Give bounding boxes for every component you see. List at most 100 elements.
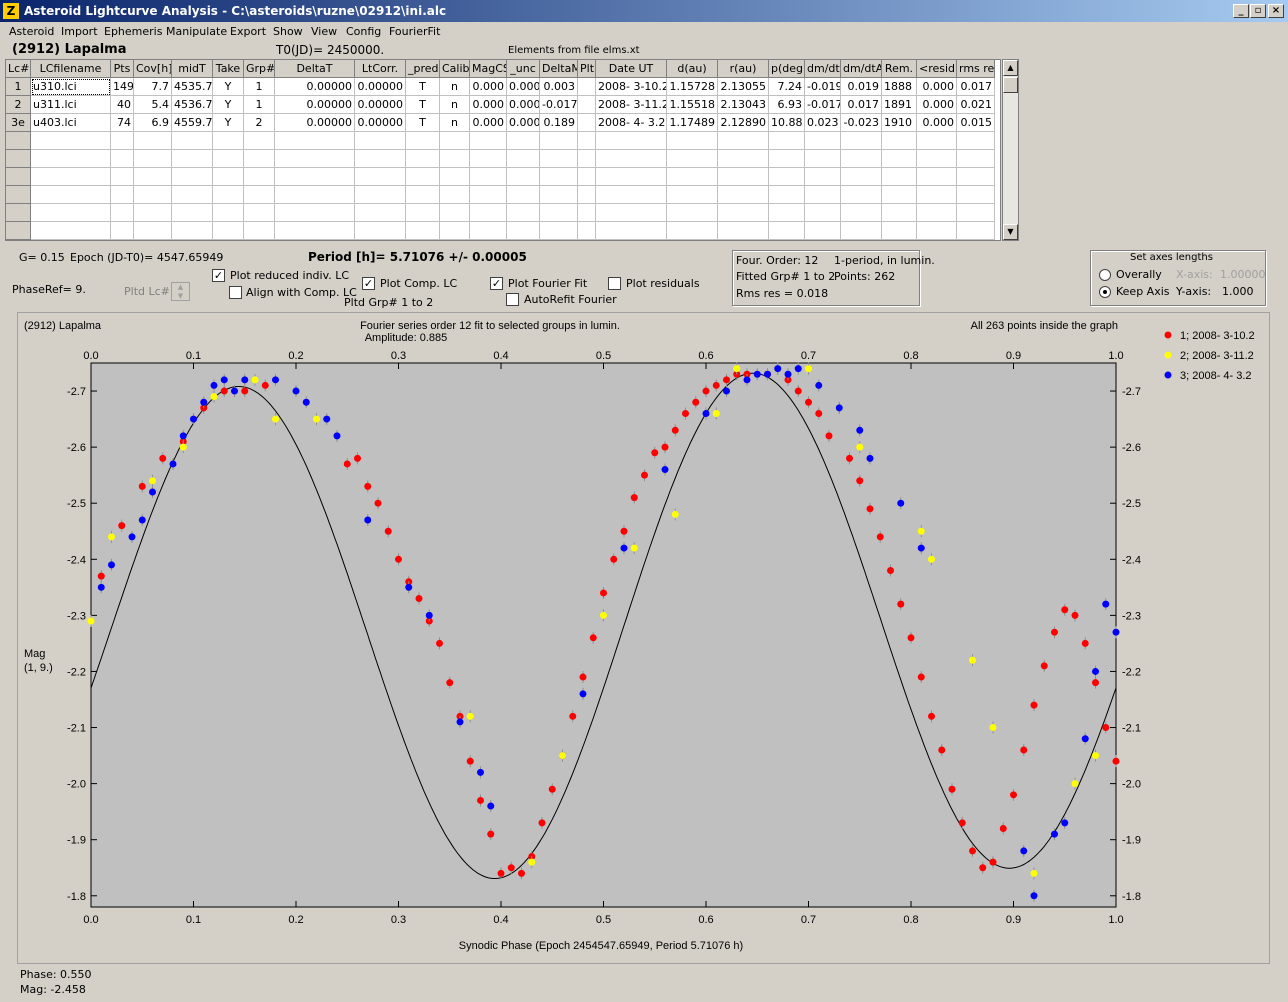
table-cell[interactable] [596,222,667,240]
table-cell[interactable] [769,168,805,186]
table-cell[interactable]: 0.019 [841,78,882,96]
close-button[interactable]: × [1268,4,1284,18]
table-cell[interactable] [917,186,957,204]
scroll-up-button[interactable]: ▲ [1003,60,1018,76]
table-cell[interactable]: 10.88 [769,114,805,132]
table-cell[interactable]: 2.12890 [718,114,769,132]
table-cell[interactable]: 4559.7 [172,114,213,132]
row-header[interactable] [6,186,31,204]
table-cell[interactable] [667,150,718,168]
table-cell[interactable] [244,168,275,186]
column-header[interactable]: Take [213,60,244,78]
column-header[interactable]: LtCorr. [355,60,406,78]
maximize-button[interactable]: ▫ [1250,4,1266,18]
table-cell[interactable] [507,186,540,204]
table-cell[interactable] [957,150,995,168]
column-header[interactable]: d(au) [667,60,718,78]
table-cell[interactable]: 0.000 [917,78,957,96]
table-cell[interactable] [134,168,172,186]
table-cell[interactable] [596,150,667,168]
table-cell[interactable] [841,132,882,150]
table-cell[interactable]: 1888 [882,78,917,96]
table-cell[interactable]: 0.003 [540,78,578,96]
table-cell[interactable]: Y [213,96,244,114]
table-cell[interactable] [355,222,406,240]
table-cell[interactable] [957,132,995,150]
table-cell[interactable] [769,204,805,222]
table-cell[interactable]: 0.000 [917,114,957,132]
table-cell[interactable] [578,114,596,132]
table-cell[interactable] [440,186,470,204]
row-header[interactable] [6,132,31,150]
table-cell[interactable] [440,150,470,168]
pltd-lc-spinner[interactable]: ▲ ▼ [171,282,190,301]
table-cell[interactable] [440,168,470,186]
table-cell[interactable] [578,204,596,222]
row-header[interactable] [6,150,31,168]
table-cell[interactable]: 0.000 [917,96,957,114]
table-cell[interactable]: Y [213,114,244,132]
table-cell[interactable] [134,150,172,168]
y-axis-value[interactable]: 1.000 [1222,285,1254,298]
menu-import[interactable]: Import [61,25,98,38]
column-header[interactable]: _unc [507,60,540,78]
table-cell[interactable]: 7.7 [134,78,172,96]
table-cell[interactable] [244,150,275,168]
table-cell[interactable] [440,222,470,240]
table-cell[interactable]: 0.017 [841,96,882,114]
column-header[interactable]: rms res [957,60,995,78]
table-cell[interactable] [470,222,507,240]
column-header[interactable]: LCfilename [31,60,111,78]
plot-reduced-checkbox[interactable]: ✓ [212,269,225,282]
column-header[interactable]: Rem. [882,60,917,78]
table-cell[interactable] [275,132,355,150]
table-cell[interactable] [882,186,917,204]
table-cell[interactable] [596,168,667,186]
plot-residuals-checkbox[interactable] [608,277,621,290]
table-cell[interactable] [213,186,244,204]
table-cell[interactable] [578,96,596,114]
table-cell[interactable] [769,150,805,168]
table-cell[interactable]: 149 [111,78,134,96]
table-cell[interactable] [841,150,882,168]
table-cell[interactable]: 0.015 [957,114,995,132]
column-header[interactable]: Cov[h] [134,60,172,78]
table-cell[interactable]: 0.00000 [355,114,406,132]
table-cell[interactable] [540,168,578,186]
x-axis-value[interactable]: 1.00000 [1220,268,1266,281]
table-cell[interactable] [275,222,355,240]
lightcurve-table[interactable]: Lc# LCfilename Pts Cov[h] midT Take Grp# DeltaT… [5,59,1001,241]
table-cell[interactable] [917,150,957,168]
table-cell[interactable]: 0.189 [540,114,578,132]
table-cell[interactable] [540,150,578,168]
column-header[interactable]: p(deg) [769,60,805,78]
table-cell[interactable] [275,186,355,204]
table-cell[interactable] [507,204,540,222]
table-cell[interactable] [805,132,841,150]
table-cell[interactable]: -0.017 [805,96,841,114]
column-header[interactable]: r(au) [718,60,769,78]
table-cell[interactable] [172,132,213,150]
table-cell[interactable] [667,132,718,150]
table-cell[interactable]: 0.021 [957,96,995,114]
table-cell[interactable] [805,222,841,240]
table-cell[interactable] [841,186,882,204]
table-cell[interactable] [667,204,718,222]
table-cell[interactable] [841,168,882,186]
column-header[interactable]: Calib. [440,60,470,78]
row-header[interactable]: 1 [6,78,31,96]
column-header[interactable]: MagCS [470,60,507,78]
table-cell[interactable] [718,168,769,186]
table-cell[interactable]: 5.4 [134,96,172,114]
table-cell[interactable] [244,186,275,204]
table-cell[interactable]: 1.17489 [667,114,718,132]
table-cell[interactable] [406,168,440,186]
table-scrollbar[interactable]: ▲ ▼ [1002,59,1019,241]
table-cell[interactable] [578,132,596,150]
table-cell[interactable] [596,186,667,204]
table-cell[interactable]: 1 [244,96,275,114]
table-cell[interactable]: 0.00000 [355,78,406,96]
table-cell[interactable]: n [440,114,470,132]
table-cell[interactable] [596,204,667,222]
column-header[interactable]: Grp# [244,60,275,78]
